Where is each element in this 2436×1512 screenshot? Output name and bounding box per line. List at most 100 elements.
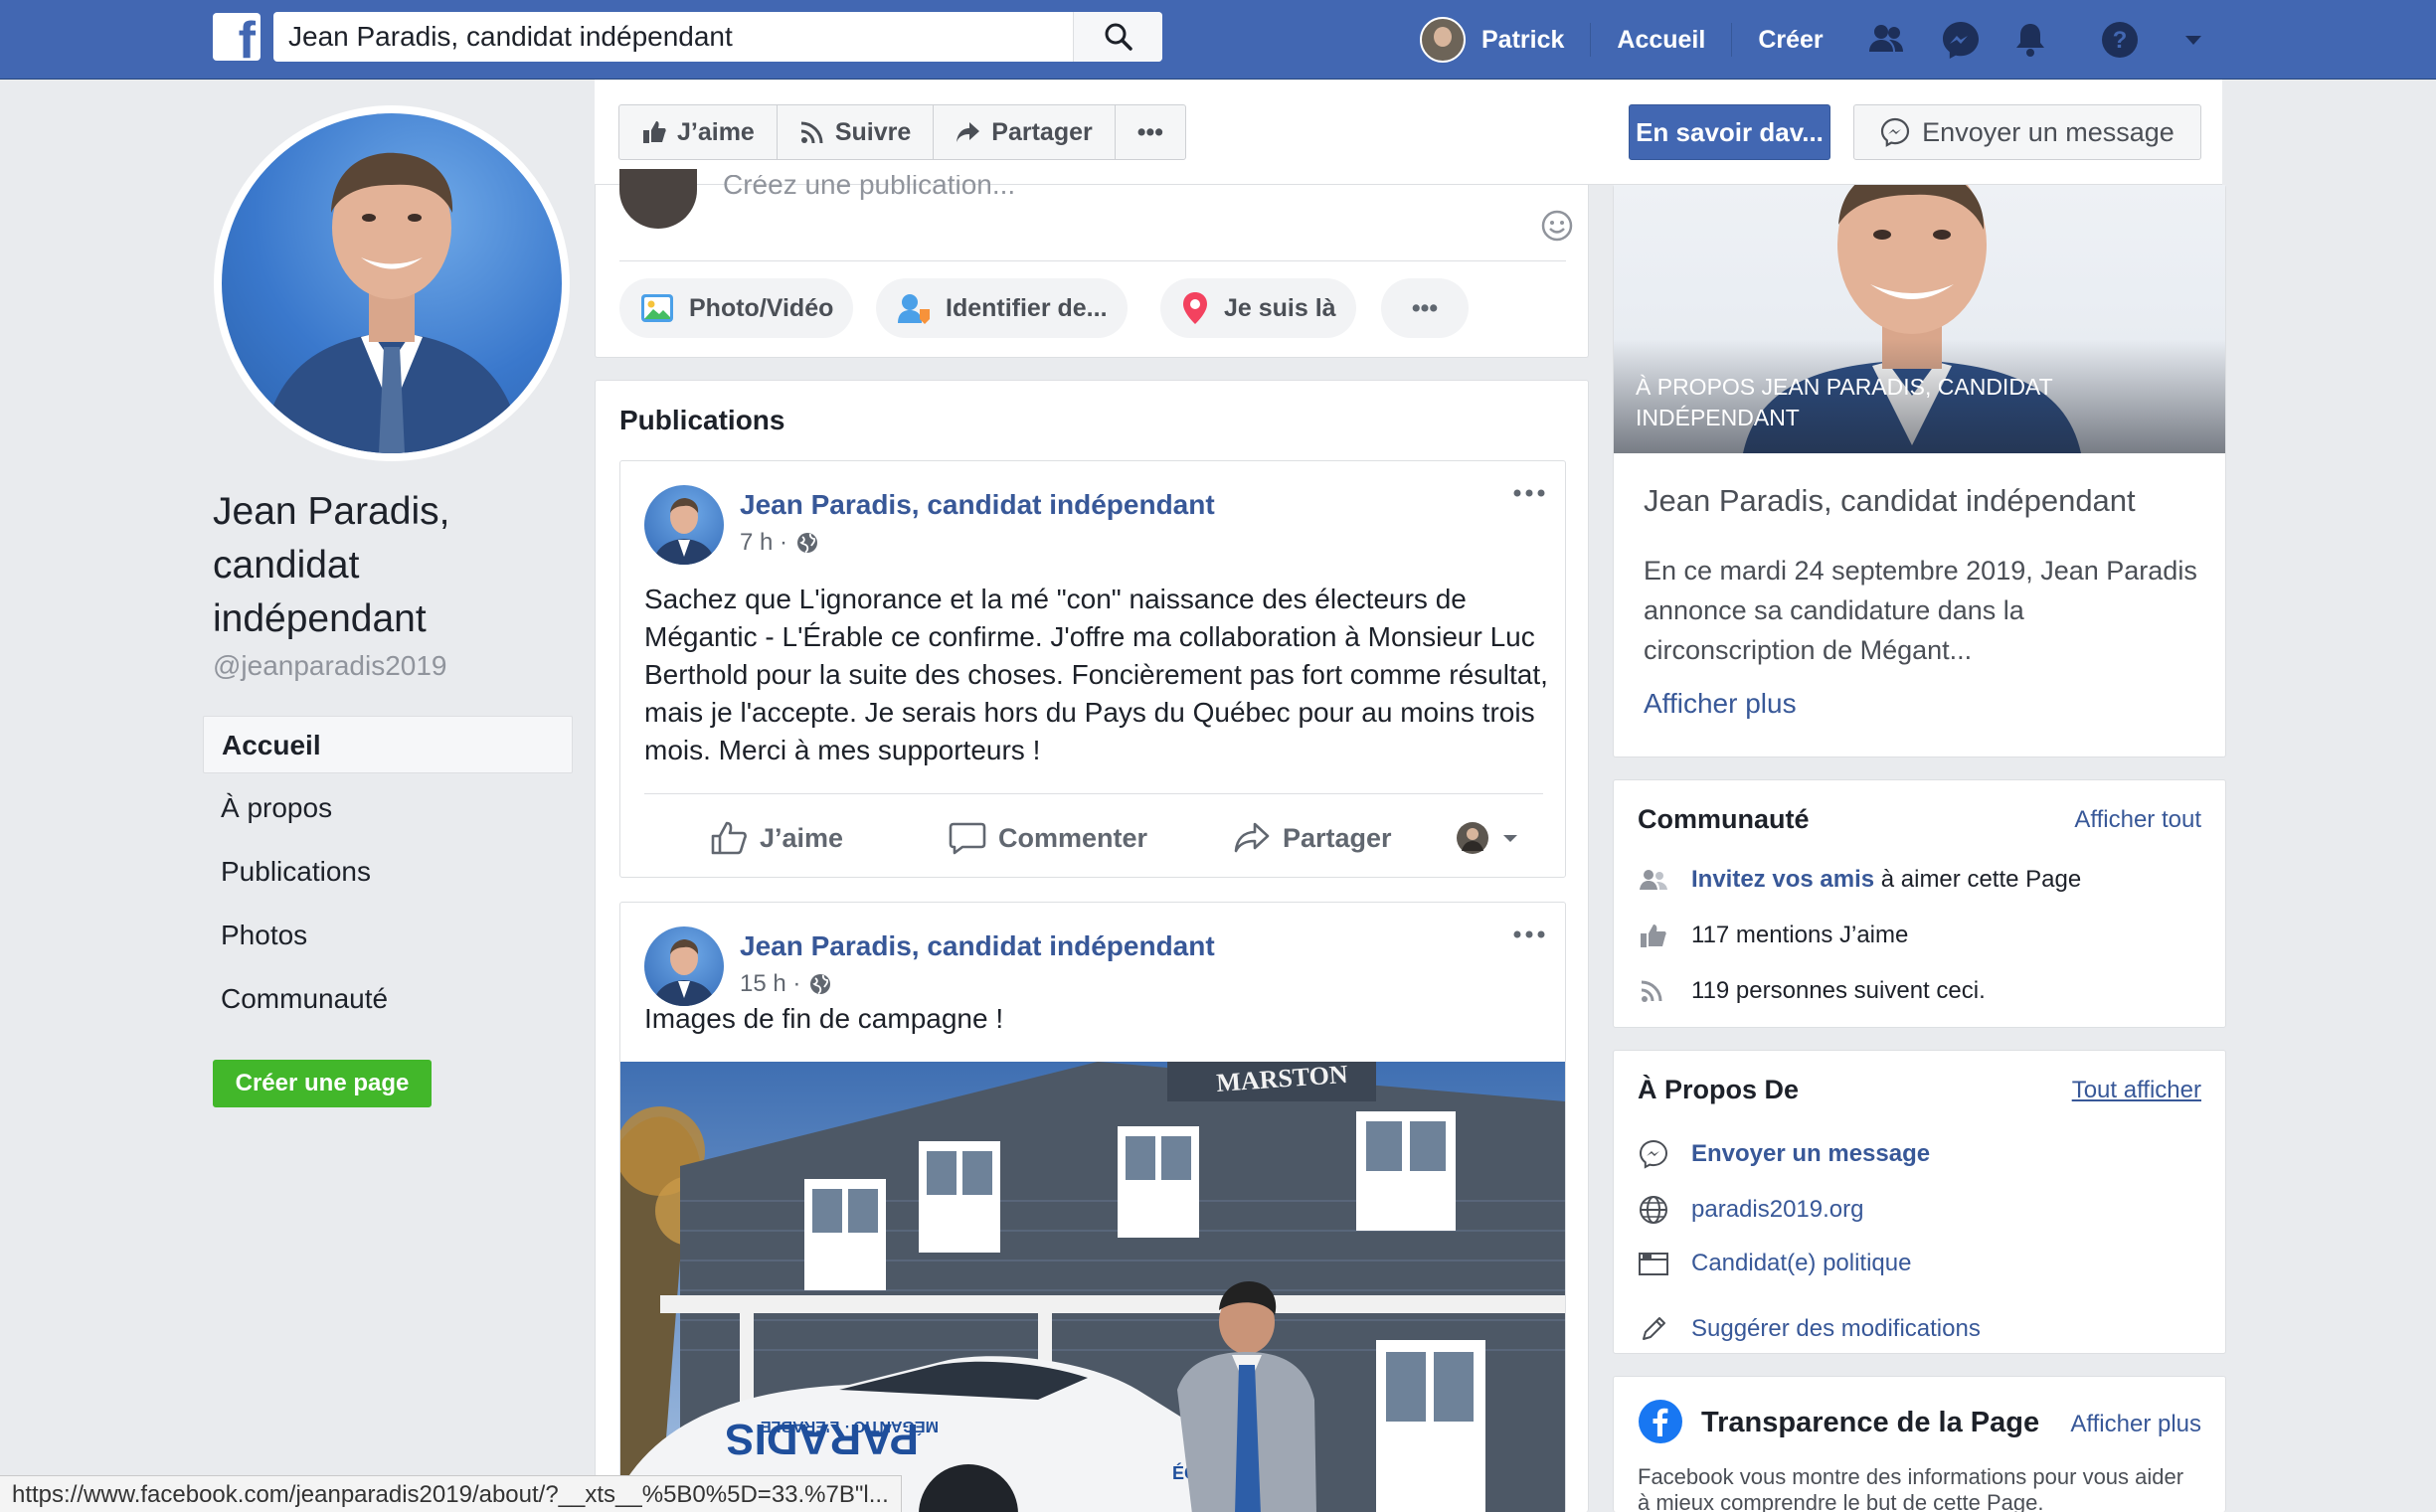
page-action-bar: J’aime Suivre Partager ••• En savoir dav… [595, 80, 2222, 185]
send-message-button[interactable]: Envoyer un message [1853, 104, 2201, 160]
chevron-down-icon [1503, 835, 1517, 842]
more-actions-button[interactable]: ••• [1116, 105, 1185, 159]
emoji-icon[interactable] [1540, 209, 1574, 243]
post-author-avatar[interactable] [644, 485, 724, 565]
about-see-all-link[interactable]: Tout afficher [2072, 1077, 2201, 1104]
rss-icon [800, 121, 823, 144]
website-link[interactable]: paradis2019.org [1691, 1196, 1863, 1224]
tag-people-button[interactable]: Identifier de... [876, 278, 1128, 338]
search-input[interactable] [273, 12, 1073, 62]
post-comment-button[interactable]: Commenter [949, 813, 1147, 863]
facebook-logo-icon[interactable]: f [213, 13, 261, 61]
nav-item-accueil[interactable]: Accueil [203, 716, 573, 773]
home-link[interactable]: Accueil [1617, 26, 1705, 55]
post-author-link[interactable]: Jean Paradis, candidat indépendant [740, 489, 1215, 521]
about-message-row: Envoyer un message [1638, 1138, 1930, 1170]
profile-selector-avatar-icon [1457, 822, 1488, 854]
comment-icon [949, 822, 986, 855]
about-card: À PROPOS JEAN PARADIS, CANDIDAT INDÉPEND… [1613, 185, 2226, 757]
avatar-portrait [652, 939, 716, 1006]
learn-more-button[interactable]: En savoir dav... [1629, 104, 1830, 160]
about-cover-photo[interactable]: À PROPOS JEAN PARADIS, CANDIDAT INDÉPEND… [1614, 185, 2225, 453]
category-folder-icon [1639, 1253, 1668, 1275]
publications-title: Publications [619, 405, 785, 435]
search-button[interactable] [1073, 12, 1162, 62]
nav-item-publications[interactable]: Publications [203, 843, 573, 901]
about-category-row: Candidat(e) politique [1638, 1250, 1911, 1277]
chevron-down-icon[interactable] [2172, 18, 2215, 62]
profile-link[interactable]: Patrick [1481, 26, 1564, 55]
post-author-link[interactable]: Jean Paradis, candidat indépendant [740, 930, 1215, 962]
notifications-bell-icon[interactable] [2008, 18, 2052, 62]
invite-friends-link[interactable]: Invitez vos amis [1691, 866, 1874, 893]
divider [619, 260, 1566, 261]
community-card: Communauté Afficher tout Invitez vos ami… [1613, 779, 2226, 1028]
post-like-label: J’aime [760, 822, 844, 853]
page-transparency-card: Transparence de la Page Afficher plus Fa… [1613, 1376, 2226, 1512]
post-as-selector[interactable] [1456, 813, 1531, 863]
thumbs-up-outline-icon [711, 821, 747, 855]
like-page-label: J’aime [677, 117, 755, 146]
check-in-button[interactable]: Je suis là [1160, 278, 1356, 338]
composer-input[interactable]: Créez une publication... [723, 175, 1015, 203]
composer-more-button[interactable]: ••• [1381, 278, 1469, 338]
post-share-button[interactable]: Partager [1233, 813, 1392, 863]
follow-button[interactable]: Suivre [778, 105, 935, 159]
svg-text:?: ? [2113, 27, 2128, 54]
post-options-icon[interactable] [1511, 487, 1547, 499]
invite-friends-text: à aimer cette Page [1874, 866, 2082, 893]
avatar-portrait [652, 498, 716, 565]
about-page-name: Jean Paradis, candidat indépendant [1644, 483, 2136, 518]
community-title: Communauté [1638, 804, 1810, 834]
category-link[interactable]: Candidat(e) politique [1691, 1250, 1911, 1277]
about-show-more-link[interactable]: Afficher plus [1644, 688, 1797, 720]
user-avatar[interactable] [1420, 17, 1466, 63]
about-website-row: paradis2019.org [1638, 1194, 1863, 1226]
post-text: Sachez que L'ignorance et la mé "con" na… [644, 584, 1548, 765]
post-author-avatar[interactable] [644, 926, 724, 1006]
post-meta: 7 h · [740, 529, 819, 557]
publications-section: Publications Jean Paradis, candidat indé… [595, 380, 1589, 1512]
transparency-title: Transparence de la Page [1701, 1407, 2040, 1438]
post: Jean Paradis, candidat indépendant 15 h … [619, 902, 1566, 1512]
page-nav: Accueil À propos Publications Photos Com… [203, 716, 573, 1034]
divider [644, 793, 1543, 794]
page-likes-count: 117 mentions J’aime [1691, 922, 1909, 948]
nav-item-photos[interactable]: Photos [203, 907, 573, 964]
friends-icon[interactable] [1865, 18, 1909, 62]
post-text: Images de fin de campagne ! [644, 1003, 1004, 1034]
like-page-button[interactable]: J’aime [619, 105, 778, 159]
create-page-button[interactable]: Créer une page [213, 1060, 432, 1107]
post-options-icon[interactable] [1511, 928, 1547, 940]
transparency-more-link[interactable]: Afficher plus [2070, 1411, 2201, 1438]
suggest-edits-link[interactable]: Suggérer des modifications [1691, 1315, 1981, 1343]
post-photo[interactable]: MARSTON PARADIS MÉGANTIC · L'ÉRABLE [620, 1062, 1565, 1512]
help-icon[interactable]: ? [2098, 18, 2142, 62]
page-username[interactable]: @jeanparadis2019 [213, 650, 446, 682]
post-meta: 15 h · [740, 970, 832, 998]
page-followers-row: 119 personnes suivent ceci. [1638, 977, 1986, 1005]
search-bar [273, 12, 1162, 62]
share-page-label: Partager [991, 117, 1093, 146]
more-dots-icon: ••• [1136, 117, 1163, 146]
profile-picture[interactable] [214, 105, 570, 461]
globe-icon [810, 974, 831, 995]
photo-video-button[interactable]: Photo/Vidéo [619, 278, 854, 338]
community-see-all-link[interactable]: Afficher tout [2074, 806, 2201, 834]
nav-item-a-propos[interactable]: À propos [203, 779, 573, 837]
about-send-message-link[interactable]: Envoyer un message [1691, 1140, 1930, 1168]
thumbs-up-icon [643, 121, 666, 143]
about-details-title: À Propos De [1638, 1075, 1800, 1104]
profile-portrait [261, 152, 522, 453]
post-time[interactable]: 7 h · [740, 529, 787, 557]
invite-friends-row: Invitez vos amis à aimer cette Page [1638, 866, 2081, 894]
follow-label: Suivre [834, 117, 912, 146]
composer-avatar [619, 169, 697, 229]
post-like-button[interactable]: J’aime [710, 813, 843, 863]
messenger-icon[interactable] [1939, 18, 1983, 62]
nav-item-communaute[interactable]: Communauté [203, 970, 573, 1028]
post-time[interactable]: 15 h · [740, 970, 800, 998]
car-decal-subtext: MÉGANTIC · L'ÉRABLE [761, 1418, 939, 1436]
create-link[interactable]: Créer [1758, 26, 1823, 55]
share-page-button[interactable]: Partager [934, 105, 1116, 159]
